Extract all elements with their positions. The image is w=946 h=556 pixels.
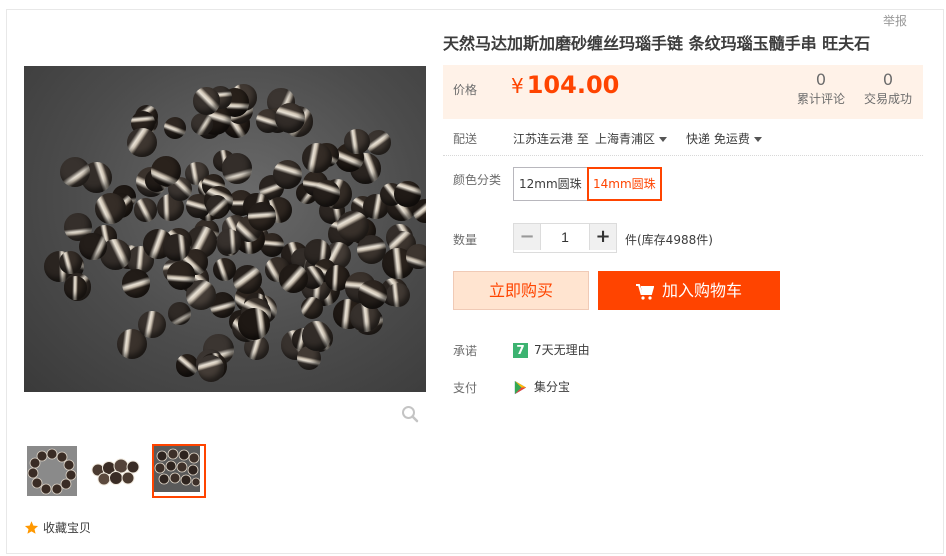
quantity-label: 数量	[453, 233, 478, 247]
product-title: 天然马达加斯加磨砂缠丝玛瑙手链 条纹玛瑙玉髓手串 旺夫石	[443, 34, 871, 53]
bead-decoration	[79, 233, 107, 261]
sku-option-14mm[interactable]: 14mm圆珠	[587, 167, 662, 201]
cart-icon	[635, 283, 655, 300]
bead-decoration	[197, 355, 225, 382]
sku-label: 颜色分类	[453, 173, 502, 187]
bead-decoration	[343, 128, 370, 155]
review-count[interactable]: 0 累计评论	[796, 70, 846, 107]
delivery-destination-select[interactable]: 上海青浦区	[595, 130, 668, 147]
favorite-label: 收藏宝贝	[43, 521, 92, 535]
delivery-from: 江苏连云港 至	[513, 132, 589, 146]
bead-decoration	[386, 282, 411, 308]
shipping-method-select[interactable]: 快递 免运费	[686, 130, 762, 147]
report-link[interactable]: 举报	[876, 12, 913, 29]
bead-decoration	[238, 307, 270, 340]
bead-decoration	[312, 179, 340, 207]
bead-decoration	[247, 201, 277, 231]
bead-decoration	[58, 251, 82, 275]
thumbnail-2[interactable]	[90, 446, 140, 496]
sales-count-label: 交易成功	[863, 92, 912, 106]
bead-decoration	[193, 87, 221, 115]
jifenbao-icon	[514, 380, 527, 395]
currency-symbol: ¥	[511, 74, 524, 98]
bead-decoration	[163, 234, 191, 261]
buy-now-button[interactable]: 立即购买	[453, 271, 589, 310]
bead-decoration	[94, 192, 126, 224]
payment-item[interactable]: 集分宝	[513, 378, 570, 395]
zoom-icon[interactable]	[401, 405, 419, 423]
bead-decoration	[357, 279, 388, 310]
bead-decoration	[337, 210, 369, 243]
sales-count: 0 交易成功	[862, 70, 914, 107]
bead-decoration	[121, 269, 150, 298]
quantity-input[interactable]	[540, 224, 589, 250]
bead-decoration	[394, 180, 421, 208]
product-main-image[interactable]	[24, 66, 426, 392]
bead-decoration	[127, 127, 157, 158]
sku-option-12mm[interactable]: 12mm圆珠	[513, 167, 588, 201]
bead-decoration	[301, 321, 332, 351]
star-icon	[24, 521, 39, 534]
bead-decoration	[406, 244, 426, 269]
bead-decoration	[216, 229, 242, 254]
payment-label: 支付	[453, 381, 478, 395]
bead-decoration	[273, 159, 303, 189]
review-count-value: 0	[815, 70, 827, 89]
promise-label: 承诺	[453, 344, 478, 358]
delivery-destination: 上海青浦区	[595, 132, 656, 146]
add-to-cart-button[interactable]: 加入购物车	[598, 271, 780, 310]
bead-decoration	[302, 143, 333, 174]
divider	[443, 155, 923, 156]
add-to-cart-label: 加入购物车	[661, 281, 742, 300]
stock-text: 件(库存4988件)	[625, 233, 713, 247]
seven-day-return-icon: 7	[513, 343, 528, 358]
price-label: 价格	[453, 83, 478, 97]
chevron-down-icon	[753, 137, 762, 142]
quantity-decrease-button[interactable]: −	[514, 224, 540, 250]
promise-text: 7天无理由	[534, 343, 590, 357]
quantity-stepper: − +	[513, 223, 617, 253]
bead-decoration	[138, 310, 167, 339]
thumbnail-1[interactable]	[27, 446, 77, 496]
bead-decoration	[212, 257, 237, 282]
bead-decoration	[163, 116, 186, 139]
delivery-label: 配送	[453, 132, 478, 146]
quantity-increase-button[interactable]: +	[589, 224, 616, 250]
bead-decoration	[222, 153, 253, 184]
bead-decoration	[166, 261, 195, 290]
bead-decoration	[175, 354, 198, 377]
bead-decoration	[300, 296, 323, 319]
sales-count-value: 0	[882, 70, 894, 89]
price-panel: 价格 ¥104.00 0 累计评论 0 交易成功	[443, 65, 923, 119]
bead-decoration	[133, 198, 158, 222]
payment-text: 集分宝	[534, 380, 571, 394]
review-count-label: 累计评论	[796, 92, 845, 106]
shipping-method: 快递 免运费	[686, 132, 750, 146]
thumbnail-3[interactable]	[152, 444, 206, 498]
promise-item[interactable]: 7 7天无理由	[513, 341, 590, 358]
favorite-button[interactable]: 收藏宝贝	[24, 519, 91, 536]
price-amount: 104.00	[526, 71, 620, 99]
bead-decoration	[167, 302, 191, 325]
bead-decoration	[279, 263, 309, 293]
chevron-down-icon	[659, 137, 668, 142]
price-value: ¥104.00	[511, 71, 619, 99]
